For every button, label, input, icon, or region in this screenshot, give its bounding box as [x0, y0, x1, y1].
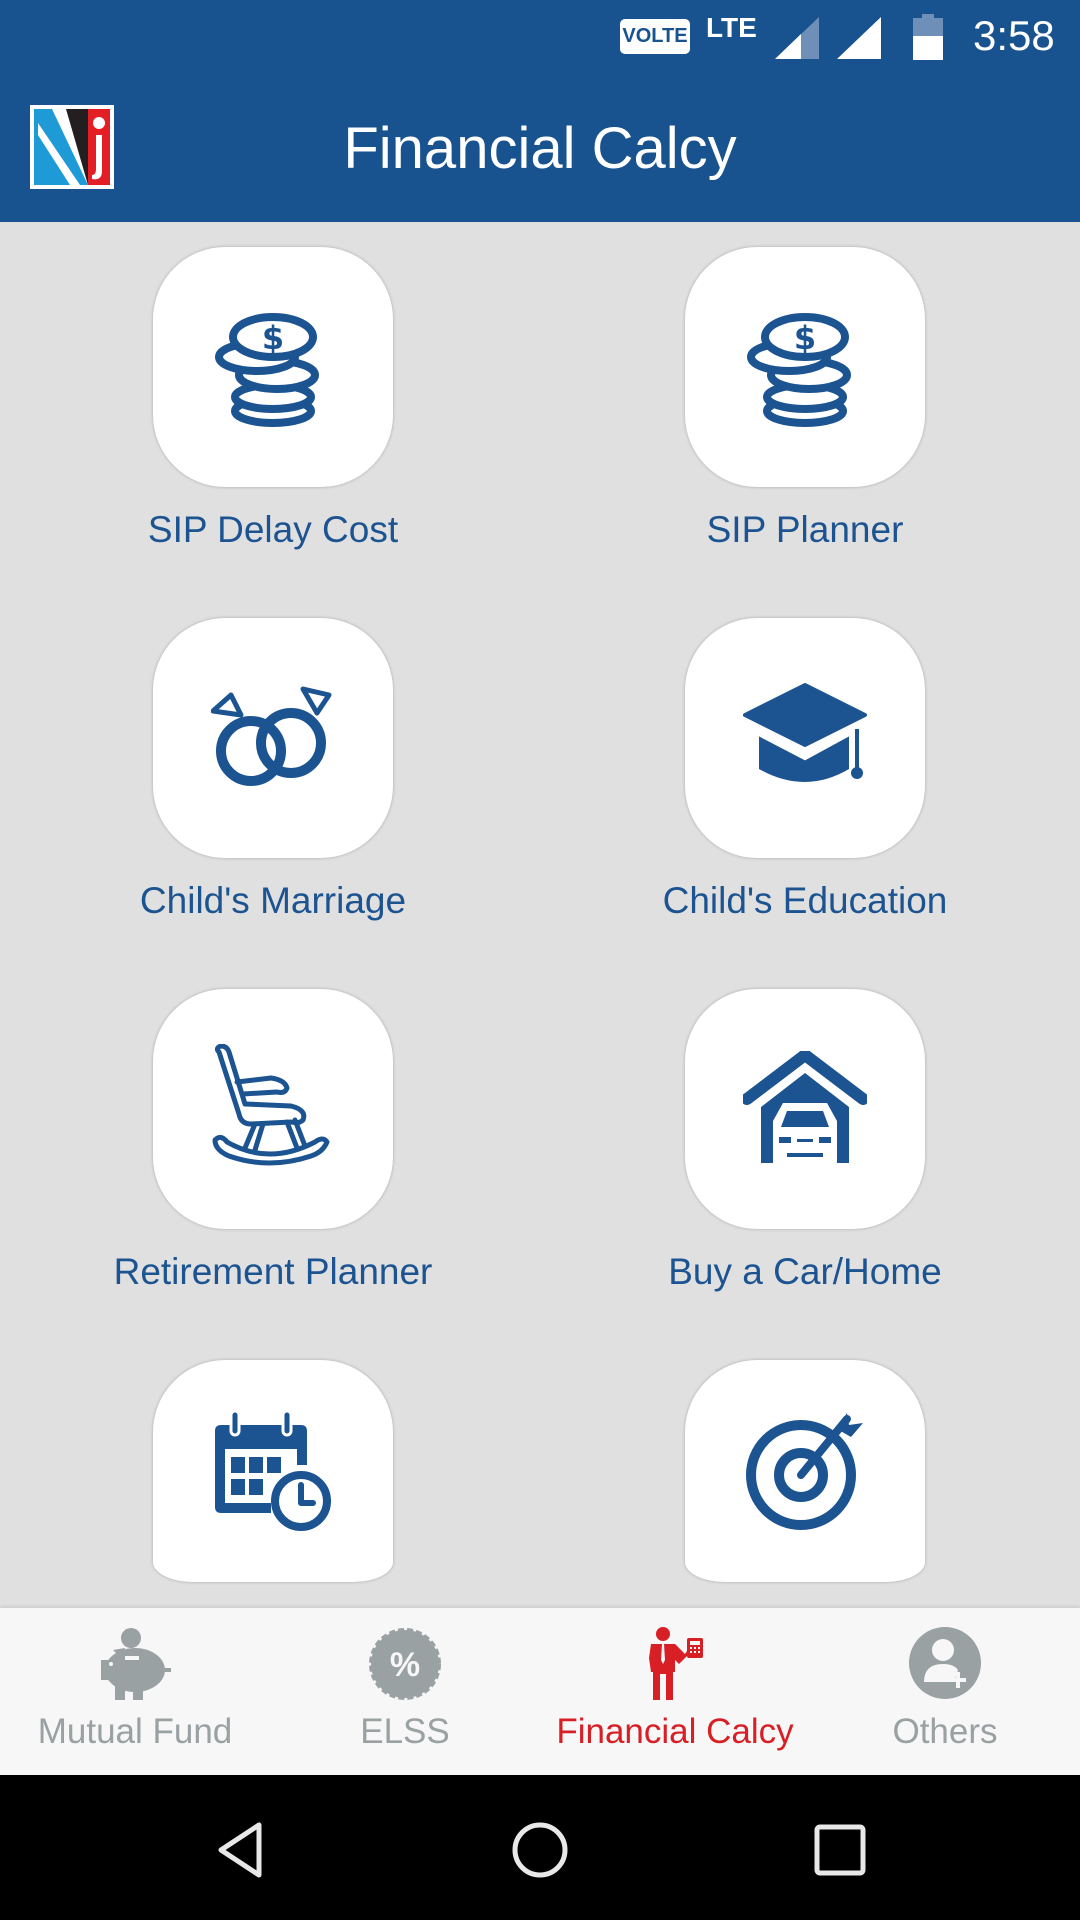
tile-label: SIP Delay Cost	[147, 509, 399, 550]
signal-full-icon	[837, 17, 881, 59]
tile-card[interactable]	[153, 618, 393, 858]
nav-label: Others	[892, 1712, 998, 1751]
nav-label: ELSS	[360, 1712, 450, 1751]
bottom-nav: Mutual Fund % ELSS Financial Calcy Other…	[0, 1608, 1080, 1775]
status-bar: VOLTE LTE 3:58	[0, 0, 1080, 75]
graduation-cap-icon	[743, 683, 867, 782]
rocking-chair-icon	[212, 1044, 330, 1166]
percent-badge-icon: %	[369, 1628, 441, 1700]
tile-childs-education[interactable]: Child's Education	[605, 618, 1005, 922]
tile-sip-planner[interactable]: $ SIP Planner	[605, 247, 1005, 551]
tile-label: Child's Education	[662, 880, 948, 921]
svg-text:$: $	[794, 319, 816, 357]
tile-label: Buy a Car/Home	[668, 1251, 942, 1292]
tile-card[interactable]: $	[685, 247, 925, 487]
page-title: Financial Calcy	[343, 116, 737, 181]
calculator-grid: $ SIP Delay Cost $ SIP Planner Child's M…	[0, 222, 1080, 1608]
tile-target-goal[interactable]	[605, 1360, 1005, 1582]
tile-label: SIP Planner	[706, 509, 904, 550]
nav-others[interactable]: Others	[810, 1608, 1080, 1775]
tile-card[interactable]	[685, 989, 925, 1229]
recents-icon	[814, 1824, 866, 1876]
volte-badge: VOLTE	[620, 19, 690, 54]
tile-calendar-clock[interactable]	[73, 1360, 473, 1582]
battery-icon	[913, 14, 943, 60]
network-type: LTE	[706, 12, 757, 43]
tile-label: Retirement Planner	[113, 1251, 433, 1292]
system-nav-bar	[0, 1775, 1080, 1920]
clock: 3:58	[973, 12, 1055, 59]
tile-retirement-planner[interactable]: Retirement Planner	[73, 989, 473, 1293]
tile-sip-delay-cost[interactable]: $ SIP Delay Cost	[73, 247, 473, 551]
app-bar: Financial Calcy	[0, 75, 1080, 222]
nav-financial-calcy[interactable]: Financial Calcy	[540, 1608, 810, 1775]
nav-label: Mutual Fund	[37, 1712, 233, 1751]
target-icon	[746, 1413, 863, 1530]
coins-dollar-icon: $	[215, 313, 319, 427]
car-garage-icon	[743, 1051, 867, 1163]
nav-label: Financial Calcy	[556, 1712, 794, 1751]
tile-card[interactable]: $	[153, 247, 393, 487]
signal-icon	[775, 17, 819, 59]
home-button[interactable]	[495, 1805, 585, 1895]
wedding-rings-icon	[211, 686, 332, 786]
man-calculator-icon	[649, 1627, 703, 1700]
tile-buy-car-home[interactable]: Buy a Car/Home	[605, 989, 1005, 1293]
home-icon	[512, 1822, 568, 1878]
svg-text:%: %	[390, 1646, 420, 1684]
back-button[interactable]	[195, 1805, 285, 1895]
add-user-icon	[909, 1627, 981, 1699]
nav-mutual-fund[interactable]: Mutual Fund	[0, 1608, 270, 1775]
tile-childs-marriage[interactable]: Child's Marriage	[73, 618, 473, 922]
tile-card[interactable]	[685, 1360, 925, 1582]
nav-elss[interactable]: % ELSS	[270, 1608, 540, 1775]
calendar-clock-icon	[215, 1409, 331, 1531]
tile-card[interactable]	[685, 618, 925, 858]
tile-card[interactable]	[153, 1360, 393, 1582]
piggy-bank-icon	[101, 1628, 171, 1700]
coins-dollar-icon: $	[747, 313, 851, 427]
recents-button[interactable]	[795, 1805, 885, 1895]
back-icon	[218, 1822, 262, 1878]
svg-text:$: $	[262, 319, 284, 357]
tile-label: Child's Marriage	[139, 880, 407, 921]
tile-card[interactable]	[153, 989, 393, 1229]
